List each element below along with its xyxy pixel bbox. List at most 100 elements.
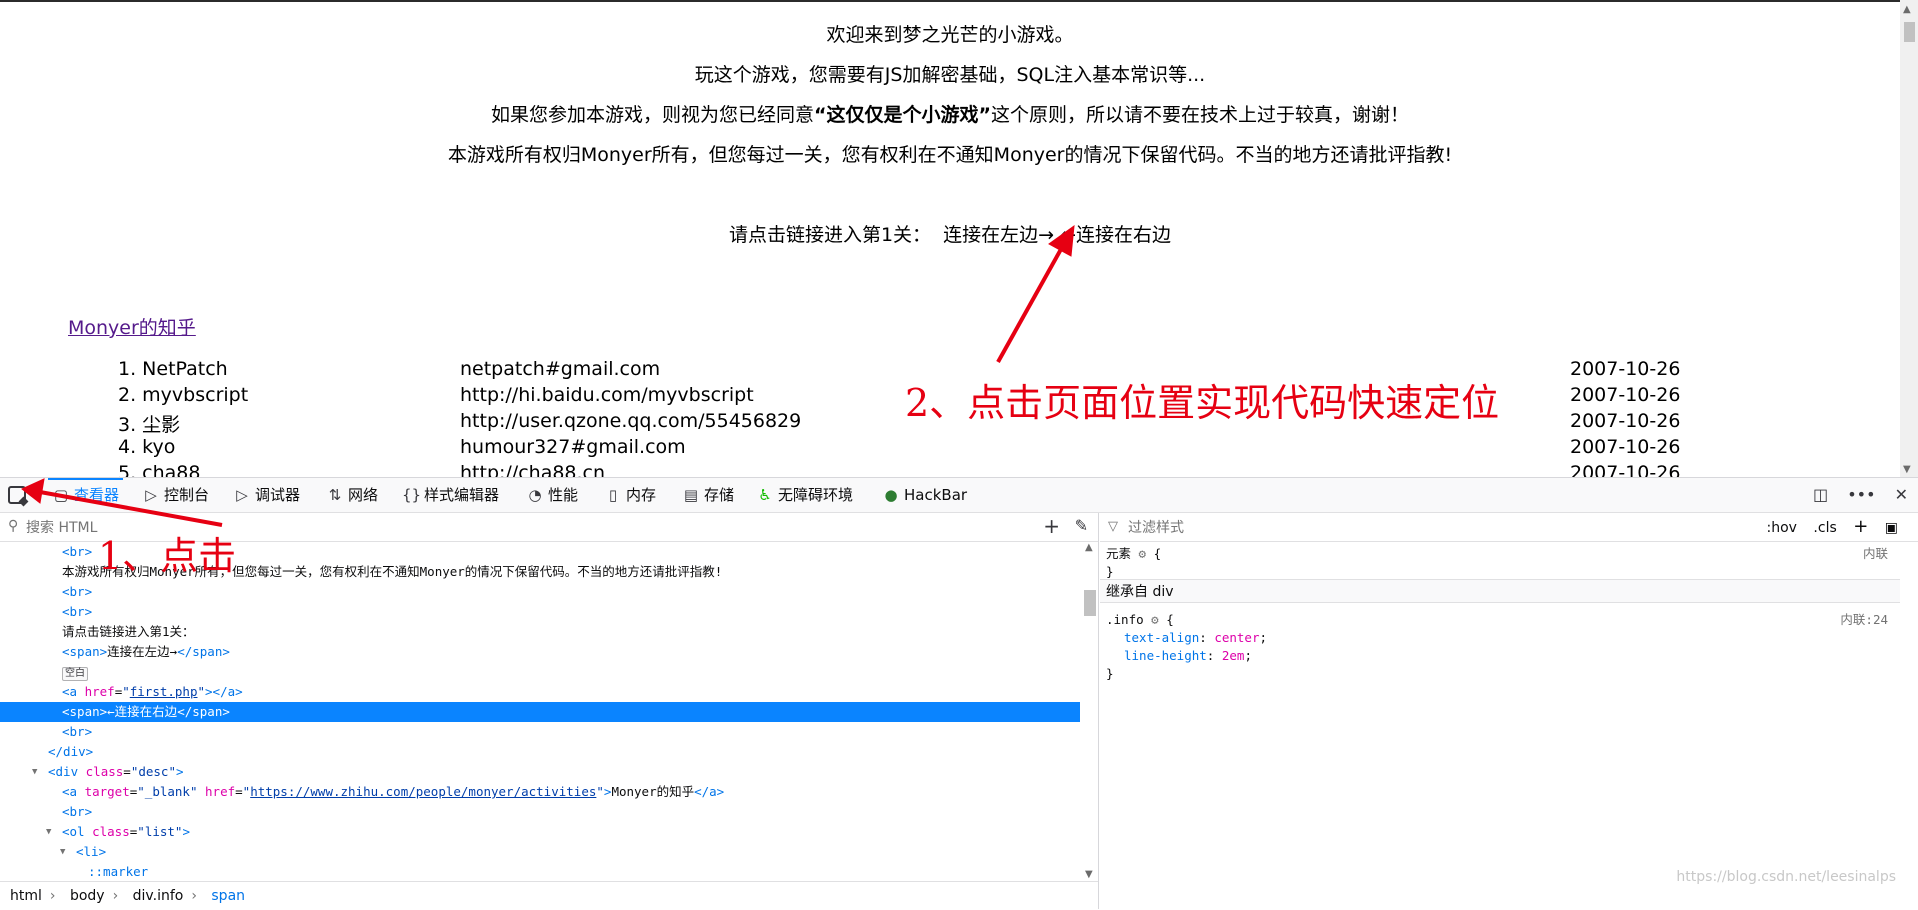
add-rule-icon[interactable]: + [1853,516,1868,537]
list-item-name: 4. kyo [118,436,176,458]
copyright-line: 本游戏所有权归Monyer所有，但您每过一关，您有权利在不通知Monyer的情况… [447,144,1453,166]
list-item-contact: netpatch#gmail.com [460,358,661,380]
markup-scroll-thumb[interactable] [1084,590,1096,616]
tab-debugger[interactable]: ▷ 调试器 [233,478,300,512]
whitespace-badge[interactable]: 空白 [62,667,88,681]
devtools-panel: ▢ 查看器 ▷ 控制台 ▷ 调试器 ⇅ 网络 {} 样式编辑器 ◔ 性能 ▯ 内存 ▤ 存储 ♿… [0,477,1918,909]
breadcrumb-item[interactable]: html [10,888,42,904]
tab-hackbar[interactable]: ● HackBar [882,478,967,512]
breadcrumb-item[interactable]: div.info [133,888,184,904]
list-item-contact: http://user.qzone.qq.com/55456829 [460,410,802,432]
agreement-bold: “这仅仅是个小游戏” [814,104,991,126]
href-link[interactable]: first.php [130,684,198,699]
list-item-contact: humour327#gmail.com [460,436,686,458]
markup-line[interactable]: <a target="_blank" href="https://www.zhi… [0,782,1080,802]
console-icon: ▷ [145,486,157,504]
info-rule: .info ⚙ {内联:24 text-align: center; line-… [1106,612,1888,681]
gear-icon[interactable]: ⚙ [1151,612,1159,627]
annotation-step1: 1、点击 [98,534,237,578]
tab-console[interactable]: ▷ 控制台 [142,478,209,512]
breadcrumb-item[interactable]: body [70,888,105,904]
link-left-text[interactable]: 连接在左边→ [943,224,1054,246]
breadcrumb-separator-icon: › [49,888,56,904]
close-icon[interactable]: ✕ [1895,485,1908,504]
markup-line[interactable]: <span>连接在左边→</span> [0,642,1080,662]
markup-line[interactable]: <br> [0,602,1080,622]
page-scrollbar[interactable]: ▲ ▼ [1900,0,1918,477]
element-picker-icon[interactable] [8,486,26,504]
markup-line[interactable]: ::marker [0,862,1080,880]
cls-toggle[interactable]: .cls [1813,520,1836,536]
welcome-line: 欢迎来到梦之光芒的小游戏。 [826,24,1074,46]
expand-triangle-icon[interactable]: ▼ [60,842,65,862]
markup-line[interactable]: <br> [0,582,1080,602]
network-icon: ⇅ [328,486,342,504]
list-item-name: 1. NetPatch [118,358,228,380]
list-item-date: 2007-10-26 [1570,410,1681,432]
list-item-date: 2007-10-26 [1570,384,1681,406]
markup-line-selected[interactable]: <span>←连接在右边</span> [0,702,1080,722]
list-item-date: 2007-10-26 [1570,358,1681,380]
agreement-prefix: 如果您参加本游戏，则视为您已经同意 [490,104,814,126]
add-node-icon[interactable]: + [1043,514,1060,538]
devtools-right-tools: ◫ ••• ✕ [1799,478,1908,512]
markup-line[interactable]: 请点击链接进入第1关： [0,622,1080,642]
agreement-suffix: 这个原则，所以请不要在技术上过于较真，谢谢！ [990,104,1409,126]
accessibility-icon: ♿ [758,486,772,504]
inherited-header: 继承自 div [1100,579,1900,603]
tab-performance[interactable]: ◔ 性能 [526,478,578,512]
tab-storage[interactable]: ▤ 存储 [682,478,734,512]
tab-memory[interactable]: ▯ 内存 [604,478,656,512]
more-options-icon[interactable]: ••• [1847,485,1875,504]
top-border [0,0,1918,2]
scroll-up-icon[interactable]: ▲ [1903,4,1911,15]
markup-line[interactable]: <a href="first.php"></a> [0,682,1080,702]
search-icon: ⚲ [8,518,19,534]
tab-style-editor[interactable]: {} 样式编辑器 [402,478,499,512]
level-prompt: 请点击链接进入第1关： [728,224,932,246]
zhihu-link[interactable]: Monyer的知乎 [68,313,196,340]
storage-icon: ▤ [683,486,699,504]
list-item-name: 5. cha88 [118,462,201,477]
markup-scrollbar[interactable]: ▲ ▼ [1082,542,1098,880]
list-item-name: 3. 尘影 [118,414,181,436]
hov-toggle[interactable]: :hov [1767,520,1797,536]
markup-view: <br> 本游戏所有权归Monyer所有，但您每过一关，您有权利在不通知Mony… [0,542,1080,880]
page-scroll-thumb[interactable] [1904,22,1915,42]
scroll-down-icon[interactable]: ▼ [1085,869,1093,880]
styles-filter-input[interactable] [1126,516,1630,540]
requirement-line: 玩这个游戏，您需要有JS加解密基础，SQL注入基本常识等... [694,64,1206,86]
expand-triangle-icon[interactable]: ▼ [46,822,51,842]
markup-line[interactable]: ▼ <div class="desc"> [0,762,1080,782]
expand-triangle-icon[interactable]: ▼ [32,762,37,782]
agreement-line: 如果您参加本游戏，则视为您已经同意“这仅仅是个小游戏”这个原则，所以请不要在技术… [0,100,1900,127]
breadcrumb: html › body › div.info › span [0,881,1098,910]
dock-icon[interactable]: ◫ [1813,485,1828,504]
print-media-icon[interactable]: ▣ [1885,520,1898,536]
list-item: 4. kyo humour327#gmail.com 2007-10-26 [0,436,1900,462]
devtools-toolbar: ▢ 查看器 ▷ 控制台 ▷ 调试器 ⇅ 网络 {} 样式编辑器 ◔ 性能 ▯ 内存 ▤ 存储 ♿… [0,478,1918,513]
markup-line[interactable]: 空白 [0,662,1080,682]
gear-icon[interactable]: ⚙ [1139,546,1147,561]
tab-inspector[interactable]: ▢ 查看器 [47,478,124,512]
list-item-name: 2. myvbscript [118,384,249,406]
scroll-up-icon[interactable]: ▲ [1085,542,1093,553]
breadcrumb-separator-icon: › [112,888,119,904]
eyedropper-icon[interactable]: ✎ [1075,516,1088,535]
href-link[interactable]: https://www.zhihu.com/people/monyer/acti… [250,784,596,799]
tab-network[interactable]: ⇅ 网络 [326,478,378,512]
annotation-step2: 2、点击页面位置实现代码快速定位 [905,381,1500,425]
tab-accessibility[interactable]: ♿ 无障碍环境 [756,478,853,512]
list-item-contact: http://hi.baidu.com/myvbscript [460,384,754,406]
filter-icon: ▽ [1108,519,1118,534]
scroll-down-icon[interactable]: ▼ [1903,464,1911,475]
markup-line[interactable]: <br> [0,722,1080,742]
list-item-date: 2007-10-26 [1570,462,1681,477]
markup-line[interactable]: </div> [0,742,1080,762]
inspector-icon: ▢ [53,486,69,504]
markup-line[interactable]: <br> [0,802,1080,822]
markup-line[interactable]: ▼ <ol class="list"> [0,822,1080,842]
markup-line[interactable]: ▼ <li> [0,842,1080,862]
breadcrumb-item-current[interactable]: span [211,888,245,904]
link-right-text[interactable]: ←连接在右边 [1060,224,1171,246]
